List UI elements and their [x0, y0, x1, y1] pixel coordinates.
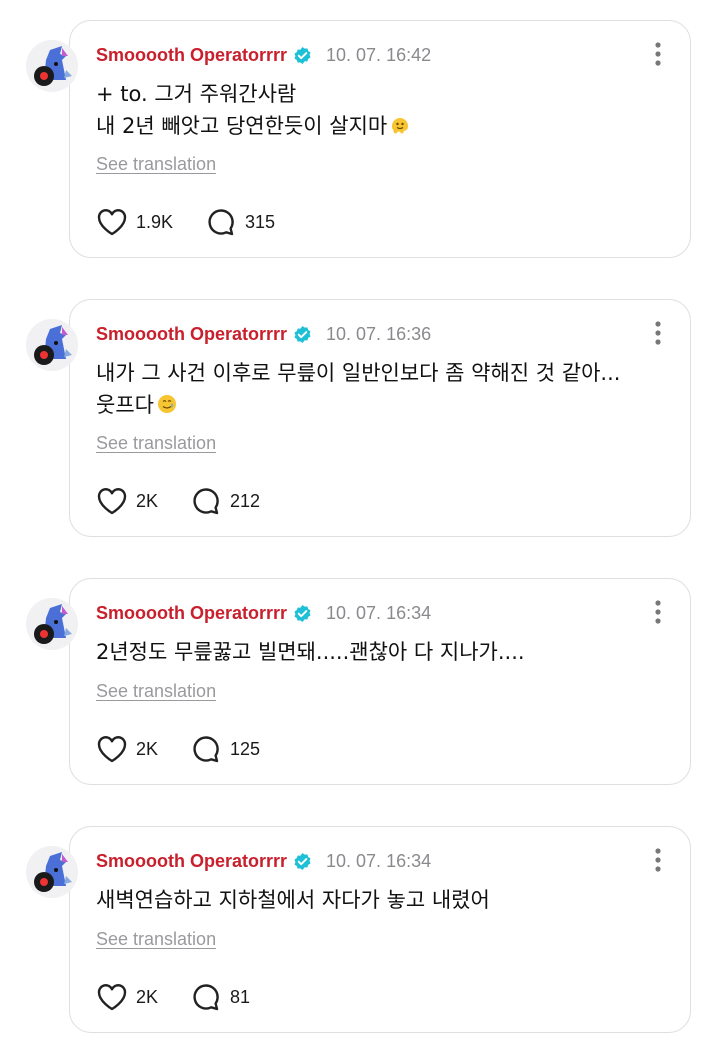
like-button[interactable]: 2K [96, 982, 158, 1012]
reply-count: 212 [230, 490, 261, 511]
post-text: 내가 그 사건 이후로 무릎이 일반인보다 좀 약해진 것 같아... 웃프다 [96, 357, 666, 421]
reply-button[interactable]: 212 [190, 486, 260, 516]
heart-icon [97, 488, 127, 515]
post-text: 2년정도 무릎꿇고 빌면돼.....괜찮아 다 지나가.... [96, 636, 666, 668]
post-actions: 2K 81 [96, 982, 282, 1012]
more-options-icon[interactable] [652, 599, 664, 625]
like-button[interactable]: 1.9K [96, 207, 173, 237]
see-translation-link[interactable]: See translation [96, 929, 216, 950]
verified-badge-icon [294, 46, 311, 64]
post-card[interactable]: Smooooth Operatorrrr 10. 07. 16:34 2년정도 … [69, 578, 691, 785]
heart-icon [97, 984, 127, 1011]
comment-icon [193, 488, 219, 515]
post-header: Smooooth Operatorrrr 10. 07. 16:42 [96, 43, 431, 67]
reply-button[interactable]: 315 [205, 207, 275, 237]
like-count: 2K [136, 986, 159, 1007]
post-header: Smooooth Operatorrrr 10. 07. 16:34 [96, 601, 431, 625]
mascot-avatar-image [26, 598, 78, 650]
post-text: + to. 그거 주워간사람 내 2년 빼앗고 당연한듯이 살지마 [96, 78, 666, 142]
reply-count: 125 [230, 738, 261, 759]
see-translation-link[interactable]: See translation [96, 154, 216, 175]
timestamp: 10. 07. 16:36 [326, 323, 432, 344]
username[interactable]: Smooooth Operatorrrr [96, 45, 287, 66]
comment-icon [208, 209, 234, 236]
post-actions: 2K 212 [96, 486, 292, 516]
like-button[interactable]: 2K [96, 734, 158, 764]
reply-count: 81 [230, 986, 251, 1007]
avatar[interactable] [26, 319, 78, 371]
avatar[interactable] [26, 846, 78, 898]
post-text-content: + to. 그거 주워간사람 내 2년 빼앗고 당연한듯이 살지마 [96, 82, 388, 138]
melting-face-emoji [392, 118, 409, 134]
heart-icon [97, 209, 127, 236]
more-options-icon[interactable] [652, 41, 664, 67]
smiling-face-with-tear-emoji [157, 395, 176, 413]
post-actions: 1.9K 315 [96, 207, 307, 237]
like-count: 1.9K [136, 211, 174, 232]
mascot-avatar-image [26, 40, 78, 92]
mascot-avatar-image [26, 319, 78, 371]
reply-count: 315 [245, 211, 276, 232]
verified-badge-icon [294, 325, 311, 343]
verified-badge-icon [294, 604, 311, 622]
heart-icon [97, 736, 127, 763]
avatar[interactable] [26, 40, 78, 92]
see-translation-link[interactable]: See translation [96, 433, 216, 454]
timestamp: 10. 07. 16:42 [326, 44, 432, 65]
reply-button[interactable]: 81 [190, 982, 250, 1012]
mascot-avatar-image [26, 846, 78, 898]
username[interactable]: Smooooth Operatorrrr [96, 851, 287, 872]
more-options-icon[interactable] [652, 320, 664, 346]
verified-badge-icon [294, 852, 311, 870]
comment-icon [193, 984, 219, 1011]
comment-icon [193, 736, 219, 763]
username[interactable]: Smooooth Operatorrrr [96, 603, 287, 624]
post-text-content: 2년정도 무릎꿇고 빌면돼.....괜찮아 다 지나가.... [96, 640, 525, 664]
like-count: 2K [136, 738, 159, 759]
see-translation-link[interactable]: See translation [96, 681, 216, 702]
post-text-content: 새벽연습하고 지하철에서 자다가 놓고 내렸어 [96, 888, 490, 912]
post-text: 새벽연습하고 지하철에서 자다가 놓고 내렸어 [96, 884, 666, 916]
post-card[interactable]: Smooooth Operatorrrr 10. 07. 16:34 새벽연습하… [69, 826, 691, 1033]
username[interactable]: Smooooth Operatorrrr [96, 324, 287, 345]
post-header: Smooooth Operatorrrr 10. 07. 16:36 [96, 322, 431, 346]
post-card[interactable]: Smooooth Operatorrrr 10. 07. 16:42 + to.… [69, 20, 691, 258]
post-actions: 2K 125 [96, 734, 292, 764]
post-card[interactable]: Smooooth Operatorrrr 10. 07. 16:36 내가 그 … [69, 299, 691, 537]
like-count: 2K [136, 490, 159, 511]
timestamp: 10. 07. 16:34 [326, 602, 432, 623]
avatar[interactable] [26, 598, 78, 650]
like-button[interactable]: 2K [96, 486, 158, 516]
timestamp: 10. 07. 16:34 [326, 850, 432, 871]
post-header: Smooooth Operatorrrr 10. 07. 16:34 [96, 849, 431, 873]
reply-button[interactable]: 125 [190, 734, 260, 764]
more-options-icon[interactable] [652, 847, 664, 873]
